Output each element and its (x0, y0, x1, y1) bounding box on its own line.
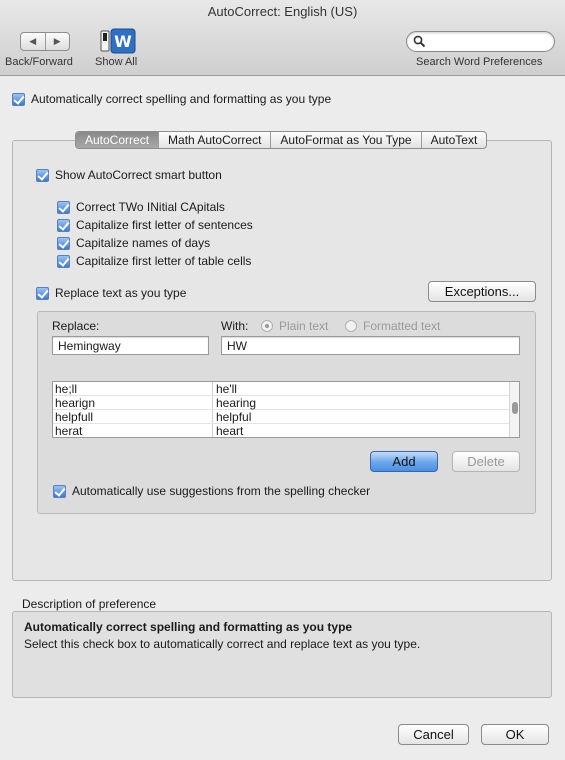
list-item-with: helpful (216, 410, 252, 424)
option-label: Capitalize first letter of sentences (76, 218, 253, 232)
option-label: Correct TWo INitial CApitals (76, 200, 225, 214)
capitalize-sentences-checkbox[interactable] (57, 218, 70, 232)
list-item-replace: hearign (53, 396, 213, 410)
formatted-text-label: Formatted text (363, 319, 441, 333)
tab-autotext[interactable]: AutoText (420, 132, 487, 148)
tab-autoformat[interactable]: AutoFormat as You Type (270, 132, 420, 148)
scrollbar-thumb[interactable] (512, 402, 518, 414)
list-item[interactable]: he;ll he'll (53, 382, 519, 396)
show-all-label: Show All (95, 56, 138, 68)
cancel-button[interactable]: Cancel (398, 724, 469, 745)
back-forward-label: Back/Forward (5, 56, 73, 68)
spelling-suggestions-label: Automatically use suggestions from the s… (72, 484, 371, 498)
replace-text-label: Replace text as you type (55, 286, 187, 300)
auto-correct-option[interactable]: Automatically correct spelling and forma… (12, 92, 331, 106)
replacement-list[interactable]: he;ll he'll hearign hearing helpfull hel… (52, 381, 520, 438)
capitalize-days-checkbox[interactable] (57, 236, 70, 250)
two-initial-capitals-checkbox[interactable] (57, 200, 70, 214)
with-field[interactable]: HW (221, 336, 520, 355)
back-forward-control[interactable]: ◀ ▶ (20, 32, 70, 51)
replace-label: Replace: (52, 319, 100, 333)
list-item-replace: he;ll (53, 382, 213, 396)
list-item-replace: herat (53, 424, 213, 437)
option-capitalize-sentences[interactable]: Capitalize first letter of sentences (57, 218, 253, 232)
option-label: Capitalize names of days (76, 236, 211, 250)
list-item[interactable]: hearign hearing (53, 396, 519, 410)
option-two-initial-capitals[interactable]: Correct TWo INitial CApitals (57, 200, 225, 214)
auto-correct-label: Automatically correct spelling and forma… (31, 92, 332, 106)
search-caption: Search Word Preferences (416, 56, 543, 68)
plain-text-label: Plain text (279, 319, 329, 333)
description-section-label: Description of preference (22, 597, 157, 611)
list-item-with: he'll (216, 382, 237, 396)
list-item-replace: helpfull (53, 410, 213, 424)
back-icon[interactable]: ◀ (21, 33, 45, 50)
spelling-suggestions-option[interactable]: Automatically use suggestions from the s… (53, 484, 370, 498)
list-item-with: heart (216, 424, 244, 438)
show-smart-button-label: Show AutoCorrect smart button (55, 168, 222, 182)
capitalize-table-cells-checkbox[interactable] (57, 254, 70, 268)
svg-text:W: W (114, 32, 132, 51)
show-all-icon[interactable]: W (100, 28, 136, 54)
plain-text-option[interactable]: Plain text (261, 319, 328, 333)
forward-icon[interactable]: ▶ (44, 33, 70, 50)
option-label: Capitalize first letter of table cells (76, 254, 252, 268)
plain-text-radio[interactable] (261, 320, 273, 332)
formatted-text-radio[interactable] (345, 320, 357, 332)
replace-field[interactable]: Hemingway (52, 336, 209, 355)
with-label: With: (221, 319, 249, 333)
auto-correct-checkbox[interactable] (12, 92, 25, 106)
ok-button[interactable]: OK (481, 724, 549, 745)
spelling-suggestions-checkbox[interactable] (53, 484, 66, 498)
replace-text-checkbox[interactable] (36, 286, 49, 300)
option-capitalize-table-cells[interactable]: Capitalize first letter of table cells (57, 254, 251, 268)
list-scrollbar[interactable] (509, 382, 519, 437)
window-title: AutoCorrect: English (US) (207, 4, 358, 19)
formatted-text-option[interactable]: Formatted text (345, 319, 440, 333)
tab-autocorrect[interactable]: AutoCorrect (76, 132, 159, 148)
list-item[interactable]: helpfull helpful (53, 410, 519, 424)
replace-text-option[interactable]: Replace text as you type (36, 286, 186, 300)
description-body: Select this check box to automatically c… (24, 637, 421, 651)
delete-button[interactable]: Delete (452, 451, 520, 472)
description-heading: Automatically correct spelling and forma… (24, 620, 353, 634)
list-item-with: hearing (216, 396, 257, 410)
tab-bar: AutoCorrect Math AutoCorrect AutoFormat … (75, 131, 488, 149)
search-icon (413, 35, 426, 48)
option-capitalize-days[interactable]: Capitalize names of days (57, 236, 210, 250)
tab-math-autocorrect[interactable]: Math AutoCorrect (158, 132, 270, 148)
show-smart-button-checkbox[interactable] (36, 168, 49, 182)
exceptions-button[interactable]: Exceptions... (428, 281, 536, 302)
show-smart-button-option[interactable]: Show AutoCorrect smart button (36, 168, 222, 182)
search-input[interactable] (406, 31, 555, 52)
add-button[interactable]: Add (370, 451, 438, 472)
list-item[interactable]: herat heart (53, 424, 519, 438)
